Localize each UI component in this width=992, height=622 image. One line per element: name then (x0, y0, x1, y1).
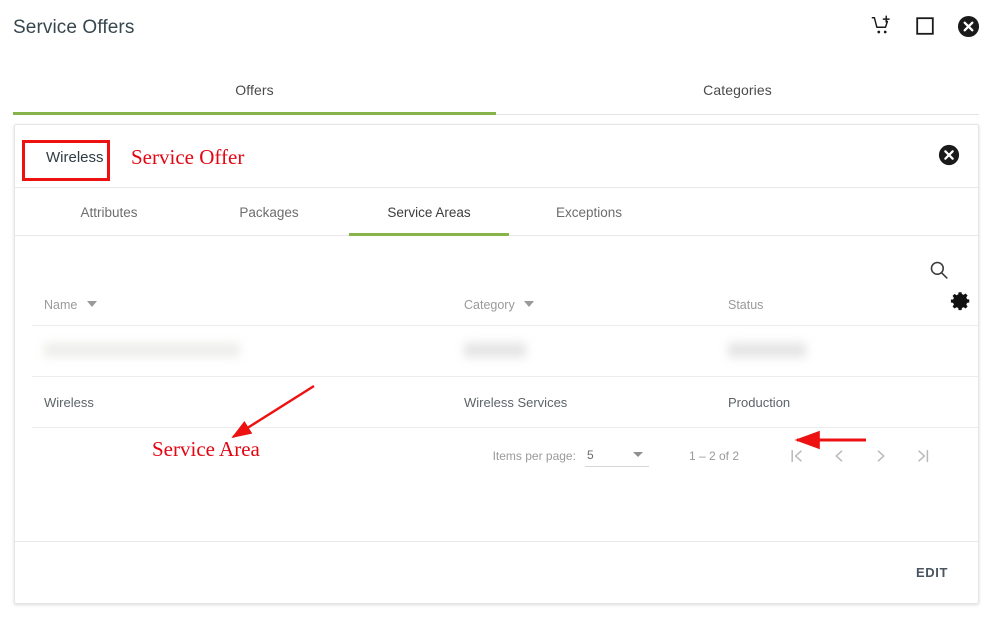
column-header-category[interactable]: Category (464, 288, 728, 326)
first-page-button[interactable] (785, 444, 809, 468)
card-close-icon[interactable] (938, 144, 960, 166)
table-row[interactable]: Wireless Wireless Services Production (32, 376, 978, 428)
cell-category (464, 325, 728, 377)
column-header-settings (918, 288, 978, 326)
cell-name (32, 325, 464, 377)
service-areas-table: Name Category Status Wireless Wireless S… (32, 288, 978, 428)
tab-categories[interactable]: Categories (496, 72, 979, 114)
service-offer-card: Wireless Attributes Packages Service Are… (14, 124, 979, 604)
items-per-page-value: 5 (586, 447, 594, 462)
sort-descending-icon (86, 301, 97, 307)
column-header-name-label: Name (44, 298, 78, 312)
tab-offers-label: Offers (235, 82, 274, 98)
cell-status: Production (728, 376, 918, 428)
items-per-page-label: Items per page: (492, 449, 576, 463)
inner-tab-attributes[interactable]: Attributes (29, 188, 189, 235)
entity-name: Wireless (46, 149, 104, 166)
card-footer: EDIT (15, 541, 978, 603)
outer-tab-bar: Offers Categories (13, 72, 979, 115)
cell-status (728, 325, 918, 377)
sort-descending-icon (524, 301, 535, 307)
column-header-name[interactable]: Name (32, 288, 464, 326)
maximize-icon[interactable] (913, 14, 937, 38)
table-header-row: Name Category Status (32, 288, 978, 326)
cell-name[interactable]: Wireless (32, 376, 464, 428)
cell-actions (918, 325, 978, 377)
redacted-value (464, 342, 526, 357)
column-header-status-label: Status (728, 298, 764, 312)
close-circle-icon[interactable] (956, 14, 980, 38)
next-page-button[interactable] (869, 444, 893, 468)
previous-page-button[interactable] (827, 444, 851, 468)
table-head: Name Category Status (32, 288, 978, 326)
add-to-cart-icon[interactable] (870, 14, 894, 38)
column-header-category-label: Category (464, 298, 515, 312)
gear-icon[interactable] (950, 290, 972, 312)
cell-category: Wireless Services (464, 376, 728, 428)
inner-tab-attributes-label: Attributes (80, 205, 138, 220)
table-container: Name Category Status Wireless Wireless S… (32, 236, 978, 548)
header-icon-group (870, 14, 980, 38)
table-row[interactable] (32, 325, 978, 377)
search-icon[interactable] (928, 259, 950, 281)
chevron-down-icon (632, 451, 643, 457)
paginator: Items per page: 5 1 – 2 of 2 (32, 428, 961, 484)
inner-tab-bar: Attributes Packages Service Areas Except… (15, 188, 978, 236)
items-per-page-select[interactable]: 5 (584, 446, 649, 467)
inner-tab-packages-label: Packages (239, 205, 299, 220)
redacted-value (728, 342, 806, 357)
edit-button[interactable]: EDIT (910, 564, 954, 581)
tab-offers[interactable]: Offers (13, 72, 496, 115)
pagination-buttons (785, 444, 935, 468)
tab-categories-label: Categories (703, 82, 772, 98)
inner-tab-exceptions[interactable]: Exceptions (509, 188, 669, 235)
table-body: Wireless Wireless Services Production (32, 325, 978, 428)
inner-tab-exceptions-label: Exceptions (555, 205, 623, 220)
page-header: Service Offers (0, 0, 992, 58)
table-toolbar (32, 242, 961, 288)
inner-tab-packages[interactable]: Packages (189, 188, 349, 235)
redacted-value (44, 342, 240, 357)
card-header: Wireless (15, 125, 978, 188)
page-title: Service Offers (13, 17, 135, 38)
page-range-label: 1 – 2 of 2 (688, 449, 739, 463)
last-page-button[interactable] (911, 444, 935, 468)
inner-tab-service-areas-label: Service Areas (387, 205, 471, 220)
inner-tab-service-areas[interactable]: Service Areas (349, 188, 509, 236)
cell-actions (918, 376, 978, 428)
column-header-status[interactable]: Status (728, 288, 918, 326)
